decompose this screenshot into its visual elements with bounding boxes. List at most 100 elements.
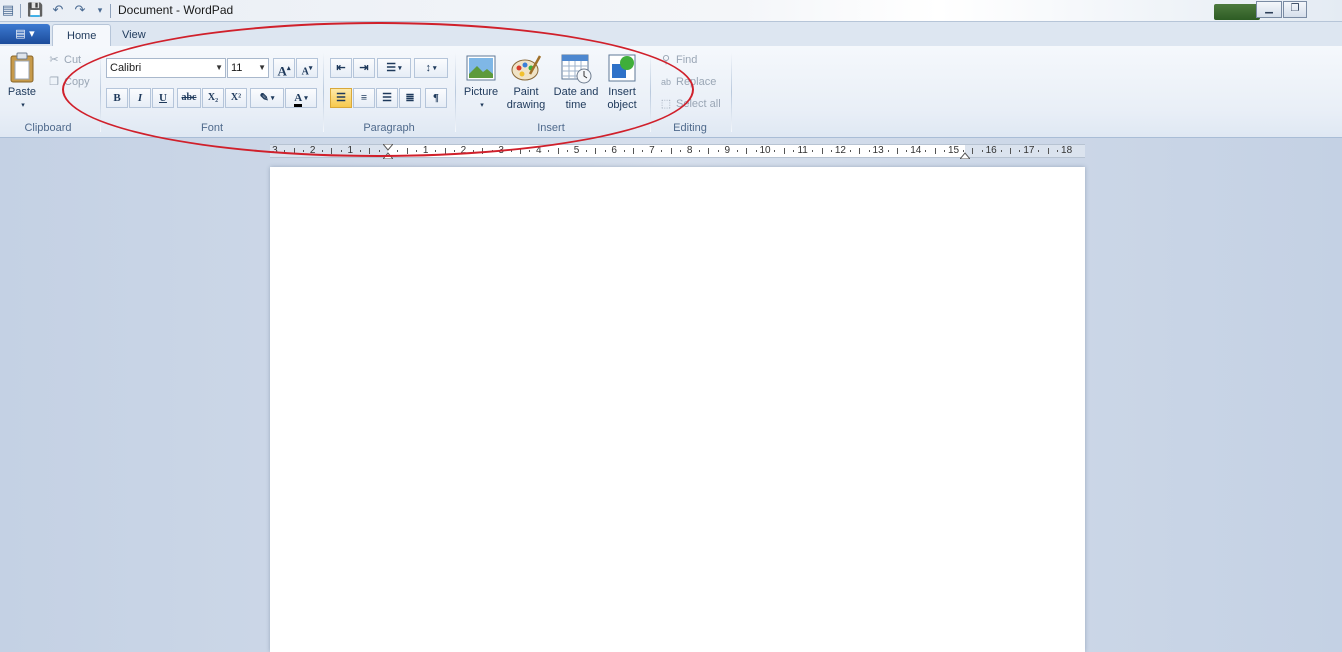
undo-icon[interactable]: ↶ — [50, 3, 66, 19]
grow-font-button[interactable]: A▴ — [273, 58, 295, 78]
strikethrough-button[interactable]: abc — [177, 88, 201, 108]
minimize-button[interactable]: ▁ — [1256, 1, 1282, 18]
paint-drawing-button[interactable]: Paint drawing — [503, 52, 549, 112]
select-all-button[interactable]: ⬚ Select all — [658, 94, 721, 114]
bold-button[interactable]: B — [106, 88, 128, 108]
left-indent-marker[interactable] — [383, 151, 393, 159]
cut-button[interactable]: ✂ Cut — [46, 50, 81, 70]
paste-dropdown-icon: ▾ — [21, 102, 25, 109]
ruler-minor-tick — [962, 150, 964, 152]
ruler-number: 11 — [797, 145, 808, 156]
align-right-button[interactable]: ☰ — [376, 88, 398, 108]
font-size-combo[interactable]: 11 ▼ — [227, 58, 269, 78]
ruler-half-tick — [519, 148, 521, 154]
ruler-number: 5 — [573, 145, 580, 156]
ruler-minor-tick — [303, 150, 305, 152]
font-color-label: A — [294, 92, 303, 107]
group-divider — [100, 52, 101, 132]
ruler-minor-tick — [661, 150, 663, 152]
underline-button[interactable]: U — [152, 88, 174, 108]
ruler-minor-tick — [378, 150, 380, 152]
customize-qat-icon[interactable]: ▾ — [92, 3, 108, 19]
outdent-icon: ⇤ — [336, 62, 346, 74]
titlebar-decoration — [1214, 4, 1260, 20]
ruler-number: 9 — [724, 145, 731, 156]
ruler-minor-tick — [397, 150, 399, 152]
align-right-icon: ☰ — [382, 92, 392, 104]
line-spacing-button[interactable]: ↕ ▾ — [414, 58, 448, 78]
ruler-half-tick — [859, 148, 861, 154]
maximize-button[interactable]: ❐ — [1283, 1, 1307, 18]
center-button[interactable]: ≡ — [353, 88, 375, 108]
italic-button[interactable]: I — [129, 88, 151, 108]
increase-indent-button[interactable]: ⇥ — [353, 58, 375, 78]
ruler-minor-tick — [680, 150, 682, 152]
paste-button[interactable]: Paste ▾ — [4, 52, 40, 112]
bullet-list-icon: ☰ — [386, 62, 397, 74]
bullets-button[interactable]: ☰ ▾ — [377, 58, 411, 78]
ruler-minor-tick — [416, 150, 418, 152]
date-and-time-button[interactable]: Date and time — [550, 52, 602, 112]
ruler-half-tick — [369, 148, 371, 154]
ruler-minor-tick — [642, 150, 644, 152]
ruler-half-tick — [708, 148, 710, 154]
shrink-font-button[interactable]: A▾ — [296, 58, 318, 78]
scissors-icon: ✂ — [49, 54, 59, 66]
redo-icon[interactable]: ↷ — [72, 3, 88, 19]
clipboard-group-label: Clipboard — [24, 122, 72, 134]
ruler-number: 18 — [1061, 145, 1073, 156]
tab-view[interactable]: View — [108, 24, 160, 46]
tab-home[interactable]: Home — [52, 24, 112, 46]
font-color-button[interactable]: A ▾ — [285, 88, 317, 108]
ruler-minor-tick — [1019, 150, 1021, 152]
chevron-down-icon: ▾ — [270, 94, 275, 103]
ruler-half-tick — [746, 148, 748, 154]
superscript-button[interactable]: X² — [225, 88, 247, 108]
find-button[interactable]: ⚲ Find — [658, 50, 697, 70]
ruler-half-tick — [670, 148, 672, 154]
ruler[interactable]: 3 2 1 1 2 3 4 5 6 7 8 9 10 11 12 13 14 15 16 17 18 — [270, 144, 1085, 159]
highlight-color-button[interactable]: ✎ ▾ — [250, 88, 284, 108]
replace-button[interactable]: ab Replace — [658, 72, 716, 92]
font-family-combo[interactable]: Calibri ▼ — [106, 58, 226, 78]
application-menu-button[interactable]: ▤ ▾ — [0, 24, 50, 44]
paragraph-group-label: Paragraph — [363, 122, 415, 134]
right-indent-marker[interactable] — [960, 151, 970, 159]
ruler-minor-tick — [359, 150, 361, 152]
ruler-number: 12 — [834, 145, 846, 156]
ruler-half-tick — [557, 148, 559, 154]
select-all-icon: ⬚ — [660, 98, 672, 110]
group-divider — [650, 52, 651, 132]
subscript-button[interactable]: X₂ — [202, 88, 224, 108]
document-page[interactable] — [270, 167, 1085, 652]
picture-button[interactable]: Picture ▾ — [460, 52, 502, 112]
menu-icon: ▤ ▾ — [15, 27, 35, 40]
ruler-half-tick — [595, 148, 597, 154]
decrease-indent-button[interactable]: ⇤ — [330, 58, 352, 78]
copy-button[interactable]: ❐ Copy — [46, 72, 90, 92]
ruler-number: 15 — [947, 145, 960, 156]
paragraph-settings-button[interactable]: ¶ — [425, 88, 447, 108]
save-icon[interactable]: 💾 — [27, 3, 43, 19]
wordpad-app-icon[interactable]: ▤ — [0, 3, 16, 19]
date-time-label-line1: Date and — [553, 86, 599, 98]
ruler-minor-tick — [774, 150, 776, 152]
ruler-minor-tick — [925, 150, 927, 152]
insert-object-button[interactable]: Insert object — [603, 52, 641, 112]
align-left-button[interactable]: ☰ — [330, 88, 352, 108]
title-bar: ▤ 💾 ↶ ↷ ▾ Document - WordPad ▁ ❐ — [0, 0, 1342, 22]
palette-icon — [511, 55, 542, 81]
ribbon: Paste ▾ ✂ Cut ❐ Copy Clipboard Calibri ▼ 11… — [0, 46, 1342, 138]
chevron-down-icon: ▼ — [215, 63, 223, 72]
ruler-number: 8 — [686, 145, 693, 156]
chevron-down-icon: ▼ — [258, 63, 266, 72]
ruler-minor-tick — [906, 150, 908, 152]
justify-button[interactable]: ≣ — [399, 88, 421, 108]
indent-icon: ⇥ — [359, 62, 369, 74]
insert-group-label: Insert — [537, 122, 565, 134]
insert-object-label-line1: Insert — [608, 86, 636, 98]
binoculars-icon: ⚲ — [661, 54, 671, 66]
ruler-minor-tick — [812, 150, 814, 152]
picture-label: Picture — [463, 86, 499, 98]
ruler-minor-tick — [699, 150, 701, 152]
